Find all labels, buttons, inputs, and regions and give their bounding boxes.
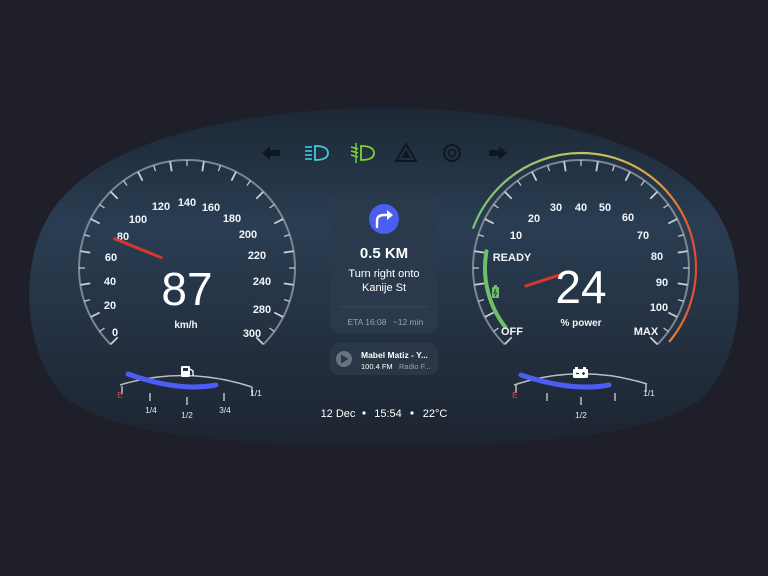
nav-eta: ETA 16:08 [347,317,386,327]
media-title: Mabel Matiz - Y... [361,350,428,360]
speed-tick-120: 120 [152,201,170,213]
speed-tick-220: 220 [248,250,266,262]
fuel-label-full: 1/1 [250,388,262,398]
power-unit: % power [560,318,601,329]
nav-instruction-line1: Turn right onto [348,268,419,280]
speed-unit: km/h [174,320,197,331]
fuel-label-half: 1/2 [181,410,193,420]
dashboard: 0 20 40 60 80 100 120 140 160 180 200 22… [29,108,739,446]
speed-tick-20: 20 [104,300,116,312]
power-value: 24 [555,261,606,313]
speed-tick-200: 200 [239,229,257,241]
power-tick-100: 100 [650,302,668,314]
speed-tick-100: 100 [129,214,147,226]
media-card[interactable]: Mabel Matiz - Y... 100.4 FM Radio F... [330,343,438,375]
media-source: Radio F... [399,362,431,371]
speed-tick-60: 60 [105,252,117,264]
speed-tick-140: 140 [178,197,196,209]
power-tick-90: 90 [656,277,668,289]
fuel-label-empty: E [117,390,123,400]
power-tick-70: 70 [637,230,649,242]
speed-tick-300: 300 [243,328,261,340]
nav-distance: 0.5 KM [360,245,408,262]
turn-right-icon [369,204,399,234]
nav-instruction-line2: Kanije St [362,282,406,294]
speed-tick-0: 0 [112,327,118,339]
play-icon[interactable] [336,351,352,367]
speed-tick-240: 240 [253,276,271,288]
status-time: 15:54 [374,408,402,420]
nav-duration: ~12 min [393,317,424,327]
power-off-label: OFF [501,326,523,338]
power-tick-30: 30 [550,202,562,214]
navigation-card[interactable]: 0.5 KM Turn right onto Kanije St ETA 16:… [330,193,438,333]
status-temperature: 22°C [423,408,448,420]
speed-tick-40: 40 [104,276,116,288]
power-tick-50: 50 [599,202,611,214]
speed-tick-160: 160 [202,202,220,214]
media-station: 100.4 FM [361,362,393,371]
speed-tick-280: 280 [253,304,271,316]
power-tick-40: 40 [575,202,587,214]
battery-label-empty: E [512,390,518,400]
power-tick-80: 80 [651,251,663,263]
speed-value: 87 [161,263,212,315]
fuel-label-three-quarter: 3/4 [219,405,231,415]
speed-tick-180: 180 [223,213,241,225]
status-date: 12 Dec [321,408,356,420]
power-max-label: MAX [634,326,659,338]
power-tick-10: 10 [510,230,522,242]
power-ready-label: READY [493,252,532,264]
power-tick-60: 60 [622,212,634,224]
power-tick-20: 20 [528,213,540,225]
status-bar: 12 Dec 15:54 22°C [321,408,448,420]
battery-label-full: 1/1 [643,388,655,398]
fuel-label-quarter: 1/4 [145,405,157,415]
battery-label-half: 1/2 [575,410,587,420]
